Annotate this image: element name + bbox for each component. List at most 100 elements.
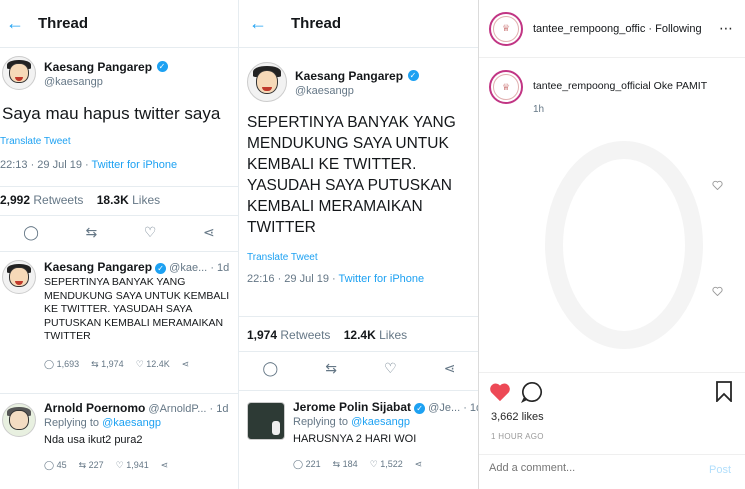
translate-link[interactable]: Translate Tweet <box>247 252 475 263</box>
replying-to: Replying to @kaesangp <box>293 416 477 428</box>
author-name[interactable]: Jerome Polin Sijabat <box>293 400 411 414</box>
thread-title: Thread <box>38 15 89 32</box>
author-handle[interactable]: @Je... <box>428 402 460 414</box>
following-label[interactable]: · Following <box>648 23 701 35</box>
share-icon[interactable]: ⋖ <box>415 459 423 470</box>
replying-to: Replying to @kaesangp <box>44 417 236 429</box>
like-count: 18.3K <box>96 193 129 207</box>
reply-icon[interactable]: ◯ <box>23 224 39 241</box>
author-handle[interactable]: @kaesangp <box>295 85 419 97</box>
author-name[interactable]: Kaesang Pangarep <box>44 60 152 74</box>
reply-text: HARUSNYA 2 HARI WOI <box>293 433 417 445</box>
avatar[interactable] <box>2 56 36 90</box>
replying-label: Replying to <box>293 416 352 428</box>
tweet-text: Saya mau hapus twitter saya <box>2 104 221 123</box>
tweet-stats: 1,974 Retweets 12.4K Likes <box>247 328 407 342</box>
tweet-source[interactable]: Twitter for iPhone <box>339 273 425 285</box>
tweet-source[interactable]: Twitter for iPhone <box>92 159 178 171</box>
like-label[interactable]: Likes <box>379 328 407 342</box>
reply-tweet[interactable]: Jerome Polin Sijabat ✓ @Je... · 1d Reply… <box>239 398 478 488</box>
comment-input[interactable] <box>489 462 689 474</box>
retweet-count: 2,992 <box>0 193 31 207</box>
retweet-icon[interactable]: ⇆ 1,974 <box>91 359 124 370</box>
likes-count[interactable]: 3,662 likes <box>491 411 544 423</box>
reply-actions: ◯ 1,693 ⇆ 1,974 ♡ 12.4K ⋖ <box>44 359 236 370</box>
reply-tweet[interactable]: Arnold Poernomo @ArnoldP... · 1d Replyin… <box>0 399 238 489</box>
share-icon[interactable]: ⋖ <box>203 224 215 241</box>
reply-icon[interactable]: ◯ <box>263 360 279 377</box>
like-count: 1,522 <box>380 459 403 469</box>
reply-text: Nda usa ikut2 pura2 <box>44 434 143 446</box>
back-arrow-icon[interactable]: ← <box>249 13 279 34</box>
author-name[interactable]: Kaesang Pangarep <box>295 69 403 83</box>
like-icon[interactable]: ♡ <box>144 224 157 241</box>
post-button[interactable]: Post <box>709 464 731 476</box>
like-count: 1,941 <box>126 460 149 470</box>
like-heart-icon[interactable] <box>489 382 511 402</box>
author-handle[interactable]: @kaesangp <box>44 76 168 88</box>
replying-handle[interactable]: @kaesangp <box>351 416 410 428</box>
reply-icon[interactable]: ◯ 45 <box>44 460 67 471</box>
verified-icon: ✓ <box>414 402 426 414</box>
caption-text: Oke PAMIT <box>653 80 708 92</box>
avatar[interactable] <box>247 62 287 102</box>
thread-header: ← Thread <box>239 0 478 48</box>
retweet-icon[interactable]: ⇆ <box>325 360 337 377</box>
thread-header: ← Thread <box>0 0 238 48</box>
reply-icon[interactable]: ◯ 221 <box>293 459 321 470</box>
more-options-icon[interactable]: ⋯ <box>719 20 733 37</box>
caption-time: 1h <box>533 104 545 115</box>
reply-actions: ◯ 221 ⇆ 184 ♡ 1,522 ⋖ <box>293 459 477 470</box>
avatar[interactable] <box>247 402 285 440</box>
reply-icon[interactable]: ◯ 1,693 <box>44 359 79 370</box>
tweet-timestamp: 22:16 · 29 Jul 19 · <box>247 273 339 285</box>
like-icon[interactable]: ♡ 1,941 <box>116 460 149 471</box>
retweet-count: 227 <box>88 460 104 470</box>
retweet-icon[interactable]: ⇆ <box>86 224 98 241</box>
author-handle[interactable]: @kae... <box>169 262 207 274</box>
avatar[interactable]: ♕ <box>489 70 523 104</box>
like-icon[interactable]: ♡ <box>384 360 397 377</box>
post-actions <box>489 381 543 403</box>
reply-tweet[interactable]: Kaesang Pangarep ✓ @kae... · 1d SEPERTIN… <box>0 258 238 390</box>
like-icon[interactable]: ♡ 12.4K <box>136 359 170 370</box>
retweet-count: 1,974 <box>247 328 278 342</box>
avatar[interactable] <box>2 260 36 294</box>
tweet-meta: 22:13 · 29 Jul 19 · Twitter for iPhone <box>0 159 238 171</box>
author-name[interactable]: Arnold Poernomo <box>44 401 145 415</box>
logo-icon: ♕ <box>493 15 519 42</box>
verified-icon: ✓ <box>407 70 419 82</box>
comment-like-icon[interactable] <box>712 286 723 296</box>
back-arrow-icon[interactable]: ← <box>6 13 36 34</box>
thread-title: Thread <box>291 15 342 32</box>
share-icon[interactable]: ⋖ <box>182 359 190 370</box>
comment-like-icon[interactable] <box>712 180 723 190</box>
like-icon[interactable]: ♡ 1,522 <box>370 459 403 470</box>
bookmark-icon[interactable] <box>716 381 732 402</box>
username[interactable]: tantee_rempoong_offic <box>533 23 645 35</box>
retweet-icon[interactable]: ⇆ 184 <box>333 459 358 470</box>
retweet-label[interactable]: Retweets <box>280 328 330 342</box>
retweet-icon[interactable]: ⇆ 227 <box>79 460 104 471</box>
share-icon[interactable]: ⋖ <box>161 460 169 471</box>
tweet-text: SEPERTINYA BANYAK YANG MENDUKUNG SAYA UN… <box>247 114 456 236</box>
post-time: 1 HOUR AGO <box>491 432 544 441</box>
translate-link[interactable]: Translate Tweet <box>0 136 238 147</box>
post-header: ♕ tantee_rempoong_offic · Following ⋯ <box>479 0 745 58</box>
caption-username[interactable]: tantee_rempoong_official <box>533 80 651 92</box>
avatar[interactable] <box>2 403 36 437</box>
author-name[interactable]: Kaesang Pangarep <box>44 260 152 274</box>
main-tweet: Kaesang Pangarep ✓ @kaesangp Saya mau ha… <box>0 56 238 171</box>
retweet-label[interactable]: Retweets <box>33 193 83 207</box>
author-handle[interactable]: @ArnoldP... <box>148 403 206 415</box>
watermark-image <box>545 141 703 349</box>
twitter-thread-panel-1: ← Thread Kaesang Pangarep ✓ @kaesangp Sa… <box>0 0 238 489</box>
reply-count: 1,693 <box>56 358 80 369</box>
avatar[interactable]: ♕ <box>489 11 523 46</box>
share-icon[interactable]: ⋖ <box>444 360 456 377</box>
verified-icon: ✓ <box>156 61 168 73</box>
comment-icon[interactable] <box>521 381 543 403</box>
instagram-post-panel: ♕ tantee_rempoong_offic · Following ⋯ ♕ … <box>478 0 745 489</box>
like-label[interactable]: Likes <box>132 193 160 207</box>
replying-handle[interactable]: @kaesangp <box>102 417 161 429</box>
